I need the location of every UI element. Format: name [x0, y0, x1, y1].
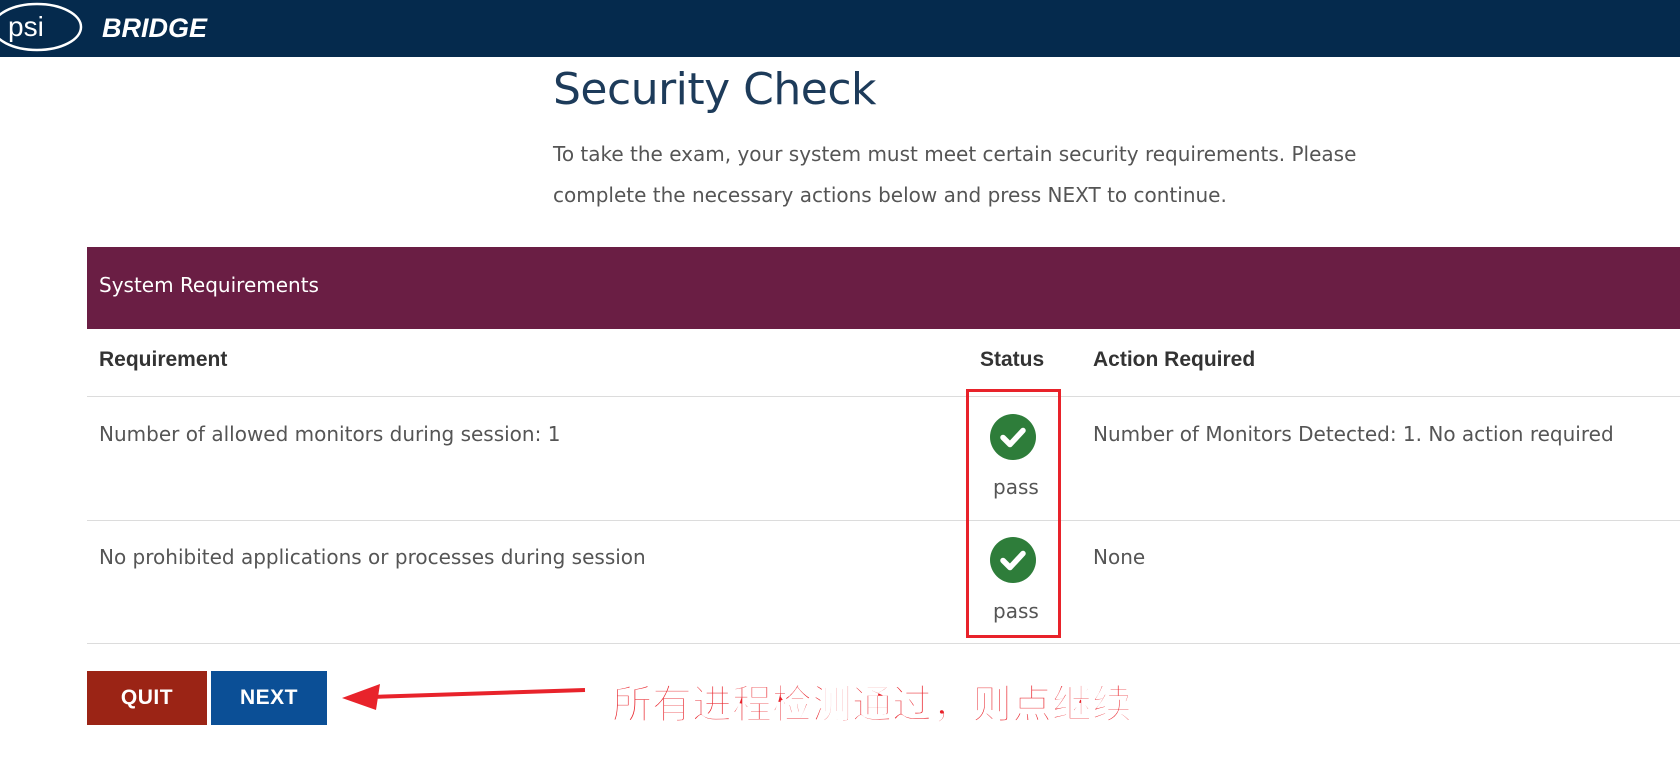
requirement-cell: No prohibited applications or processes … — [99, 545, 646, 569]
system-requirements-header: System Requirements — [87, 247, 1680, 329]
requirement-cell: Number of allowed monitors during sessio… — [99, 422, 561, 446]
table-divider — [87, 396, 1680, 397]
action-cell: Number of Monitors Detected: 1. No actio… — [1093, 422, 1614, 446]
table-divider — [87, 520, 1680, 521]
column-header-action: Action Required — [1093, 348, 1256, 371]
action-cell: None — [1093, 545, 1146, 569]
column-header-status: Status — [980, 348, 1045, 371]
quit-button[interactable]: QUIT — [87, 671, 207, 725]
intro-line-2: complete the necessary actions below and… — [553, 183, 1227, 207]
page-intro: To take the exam, your system must meet … — [553, 134, 1413, 216]
svg-text:BRIDGE: BRIDGE — [102, 13, 208, 43]
psi-bridge-logo: psi BRIDGE — [0, 2, 244, 52]
annotation-text: 所有进程检测通过，则点继续 — [612, 682, 1133, 729]
page-title: Security Check — [553, 64, 877, 115]
svg-text:psi: psi — [8, 11, 44, 42]
arrow-left-icon — [342, 684, 586, 710]
panel-title: System Requirements — [99, 273, 319, 297]
next-button[interactable]: NEXT — [211, 671, 327, 725]
status-highlight-box — [966, 389, 1061, 638]
top-bar: psi BRIDGE — [0, 0, 1680, 57]
table-divider — [87, 643, 1680, 644]
intro-line-1: To take the exam, your system must meet … — [553, 142, 1357, 166]
column-header-requirement: Requirement — [99, 348, 228, 371]
